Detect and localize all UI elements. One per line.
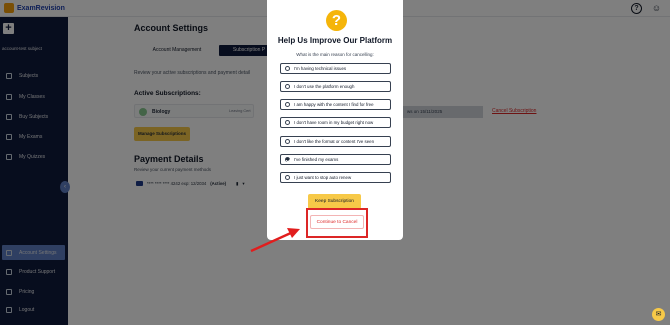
annotation-arrow-icon (250, 228, 300, 253)
chat-icon[interactable]: ✉ (652, 308, 665, 321)
